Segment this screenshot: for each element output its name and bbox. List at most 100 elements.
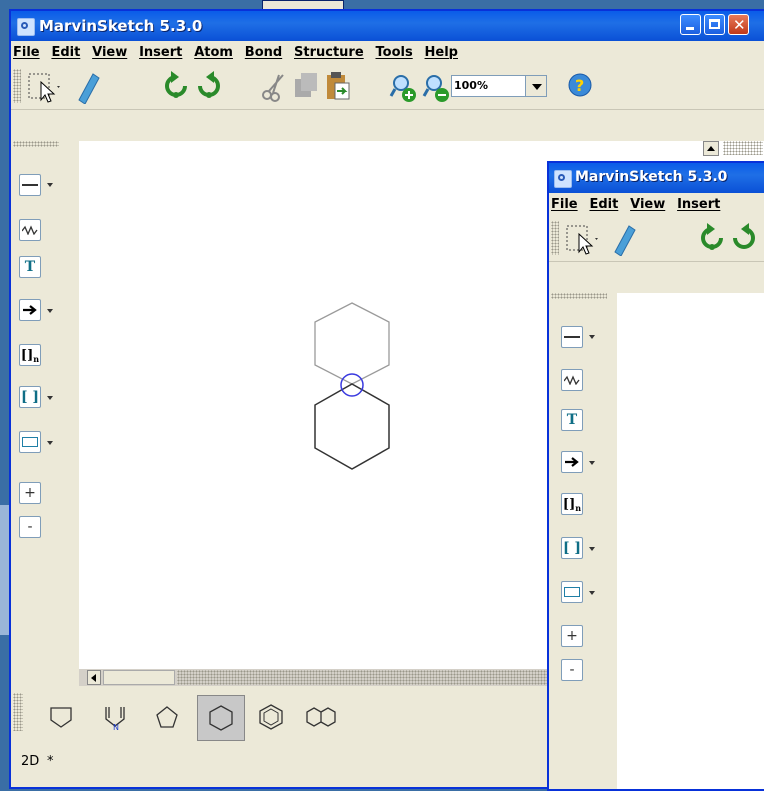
toolbar-grip[interactable] bbox=[551, 221, 559, 255]
redo-icon[interactable] bbox=[729, 221, 759, 257]
template-cyclohexane[interactable] bbox=[197, 695, 245, 741]
template-cyclopentane[interactable] bbox=[147, 697, 187, 737]
redo-icon[interactable] bbox=[194, 69, 224, 105]
menu-help[interactable]: Help bbox=[425, 45, 458, 60]
eraser-icon[interactable] bbox=[71, 68, 101, 104]
chevron-down-icon[interactable] bbox=[525, 76, 546, 96]
sidebar-grip[interactable] bbox=[13, 141, 59, 147]
minimize-button[interactable] bbox=[680, 14, 701, 35]
chevron-down-icon[interactable] bbox=[47, 441, 53, 445]
menu-atom[interactable]: Atom bbox=[194, 45, 233, 60]
menu-file[interactable]: File bbox=[13, 45, 40, 60]
bracket-label: [ ] bbox=[20, 389, 40, 405]
plus-charge-icon[interactable]: + bbox=[561, 625, 583, 647]
menu-insert[interactable]: Insert bbox=[139, 45, 182, 60]
chevron-down-icon[interactable] bbox=[589, 335, 595, 339]
wavy-bond-icon[interactable] bbox=[561, 369, 583, 391]
status-bar: 2D * bbox=[11, 751, 551, 775]
undo-icon[interactable] bbox=[697, 221, 727, 257]
arrow-icon[interactable] bbox=[19, 299, 41, 321]
second-toolbar bbox=[549, 217, 764, 262]
main-tool-sidebar: T [] n [ ] + - bbox=[11, 141, 77, 695]
svg-text:N: N bbox=[113, 723, 119, 730]
sidebar-grip[interactable] bbox=[551, 293, 607, 299]
scroll-left-button[interactable] bbox=[87, 670, 101, 685]
zoom-combo[interactable]: 100% bbox=[451, 75, 547, 97]
status-mode: 2D bbox=[21, 754, 40, 769]
plus-label: + bbox=[566, 628, 578, 644]
template-grip[interactable] bbox=[13, 693, 23, 731]
template-naphthalene[interactable] bbox=[301, 697, 341, 737]
second-title-bar[interactable]: MarvinSketch 5.3.0 bbox=[549, 163, 764, 193]
plus-label: + bbox=[24, 485, 36, 501]
text-tool-icon[interactable]: T bbox=[561, 409, 583, 431]
scroll-track[interactable] bbox=[177, 670, 577, 685]
maximize-button[interactable] bbox=[704, 14, 725, 35]
toolbar-grip[interactable] bbox=[13, 69, 21, 103]
scroll-grip bbox=[723, 141, 763, 155]
template-pyrrole[interactable]: N bbox=[95, 697, 135, 737]
menu-file[interactable]: File bbox=[551, 197, 578, 212]
main-title-bar[interactable]: MarvinSketch 5.3.0 ✕ bbox=[11, 11, 764, 41]
menu-insert[interactable]: Insert bbox=[677, 197, 720, 212]
help-icon[interactable]: ? bbox=[566, 69, 596, 105]
minus-label: - bbox=[569, 662, 575, 678]
second-menu-bar: File Edit View Insert bbox=[549, 193, 764, 217]
template-toolbar: N bbox=[11, 687, 551, 747]
main-menu-bar: File Edit View Insert Atom Bond Structur… bbox=[11, 41, 764, 65]
repeating-unit-icon[interactable]: [] n bbox=[561, 493, 583, 515]
scroll-up-button[interactable] bbox=[703, 141, 719, 156]
cyclohexane-ring-preview bbox=[314, 302, 390, 385]
chevron-down-icon[interactable] bbox=[589, 591, 595, 595]
template-pentagon-house[interactable] bbox=[41, 697, 81, 737]
bracket-icon[interactable]: [ ] bbox=[19, 386, 41, 408]
scroll-thumb[interactable] bbox=[103, 670, 175, 685]
menu-bond[interactable]: Bond bbox=[245, 45, 282, 60]
zoom-out-icon[interactable] bbox=[422, 69, 452, 105]
minus-charge-icon[interactable]: - bbox=[561, 659, 583, 681]
plus-charge-icon[interactable]: + bbox=[19, 482, 41, 504]
zoom-value: 100% bbox=[454, 79, 488, 92]
cut-icon[interactable] bbox=[259, 69, 289, 105]
chevron-down-icon[interactable] bbox=[47, 183, 53, 187]
selection-tool-icon[interactable] bbox=[25, 68, 65, 104]
second-tool-sidebar: T [] n [ ] + - bbox=[549, 293, 615, 789]
chevron-down-icon[interactable] bbox=[589, 547, 595, 551]
svg-text:?: ? bbox=[575, 76, 584, 95]
undo-icon[interactable] bbox=[161, 69, 191, 105]
chevron-down-icon[interactable] bbox=[47, 396, 53, 400]
selection-tool-icon[interactable] bbox=[563, 220, 603, 256]
single-bond-icon[interactable] bbox=[561, 326, 583, 348]
bracket-icon[interactable]: [ ] bbox=[561, 537, 583, 559]
minus-charge-icon[interactable]: - bbox=[19, 516, 41, 538]
horizontal-scrollbar[interactable] bbox=[79, 669, 579, 686]
menu-structure[interactable]: Structure bbox=[294, 45, 364, 60]
text-tool-icon[interactable]: T bbox=[19, 256, 41, 278]
rectangle-icon[interactable] bbox=[19, 431, 41, 453]
chevron-down-icon[interactable] bbox=[589, 461, 595, 465]
copy-icon[interactable] bbox=[291, 69, 321, 105]
rectangle-icon[interactable] bbox=[561, 581, 583, 603]
menu-edit[interactable]: Edit bbox=[589, 197, 618, 212]
wavy-bond-icon[interactable] bbox=[19, 219, 41, 241]
chevron-down-icon[interactable] bbox=[47, 309, 53, 313]
second-drawing-canvas[interactable] bbox=[617, 293, 764, 789]
menu-view[interactable]: View bbox=[630, 197, 665, 212]
marvin-app-icon bbox=[17, 18, 35, 36]
second-window-title: MarvinSketch 5.3.0 bbox=[575, 169, 728, 185]
close-button[interactable]: ✕ bbox=[728, 14, 749, 35]
paste-icon[interactable] bbox=[323, 69, 353, 105]
menu-tools[interactable]: Tools bbox=[376, 45, 413, 60]
menu-view[interactable]: View bbox=[92, 45, 127, 60]
eraser-icon[interactable] bbox=[607, 220, 637, 256]
menu-edit[interactable]: Edit bbox=[51, 45, 80, 60]
arrow-icon[interactable] bbox=[561, 451, 583, 473]
minus-label: - bbox=[27, 519, 33, 535]
single-bond-icon[interactable] bbox=[19, 174, 41, 196]
zoom-in-icon[interactable] bbox=[389, 69, 419, 105]
template-benzene[interactable] bbox=[251, 697, 291, 737]
main-toolbar: 100% ? bbox=[11, 65, 764, 110]
marvin-app-icon bbox=[554, 170, 572, 188]
main-window-title: MarvinSketch 5.3.0 bbox=[39, 17, 203, 35]
repeating-unit-icon[interactable]: [] n bbox=[19, 344, 41, 366]
